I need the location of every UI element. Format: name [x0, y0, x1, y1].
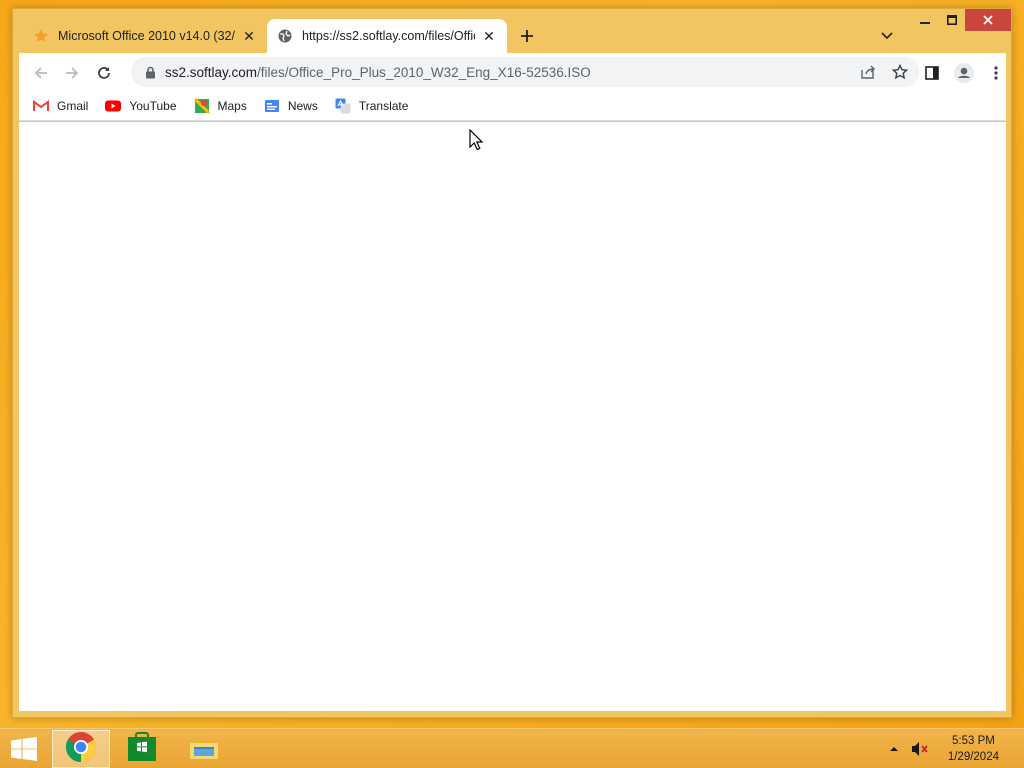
translate-icon [335, 98, 351, 114]
tab-search-button[interactable] [876, 25, 898, 47]
lock-icon[interactable] [143, 65, 157, 79]
maps-icon [193, 97, 210, 114]
bookmark-star-icon[interactable] [887, 59, 913, 85]
star-icon [33, 28, 49, 44]
window-controls [911, 9, 1011, 31]
taskbar-store[interactable] [113, 730, 171, 768]
file-explorer-icon [188, 732, 220, 767]
reload-button[interactable] [91, 60, 117, 86]
bookmark-label: Maps [217, 98, 247, 113]
profile-avatar[interactable] [951, 60, 977, 86]
bookmark-maps[interactable]: Maps [193, 97, 247, 114]
browser-window: Microsoft Office 2010 v14.0 (32/6 ✕ http… [12, 8, 1012, 718]
tab-title: https://ss2.softlay.com/files/Office [302, 29, 475, 43]
close-tab-icon[interactable]: ✕ [481, 28, 497, 44]
address-bar[interactable]: ss2.softlay.com/files/Office_Pro_Plus_20… [131, 57, 919, 87]
volume-muted-icon[interactable] [910, 739, 930, 759]
taskbar-clock[interactable]: 5:53 PM 1/29/2024 [948, 733, 999, 765]
tab-iso-file[interactable]: https://ss2.softlay.com/files/Office ✕ [267, 19, 507, 53]
browser-toolbar: ss2.softlay.com/files/Office_Pro_Plus_20… [19, 53, 1006, 91]
bookmark-news[interactable]: News [264, 98, 318, 114]
show-hidden-icons-chevron-icon[interactable] [884, 739, 904, 759]
tab-title: Microsoft Office 2010 v14.0 (32/6 [58, 29, 235, 43]
bookmark-translate[interactable]: Translate [335, 98, 409, 114]
share-icon[interactable] [855, 59, 881, 85]
youtube-icon [105, 98, 122, 114]
bookmark-gmail[interactable]: Gmail [33, 98, 88, 114]
start-button[interactable] [0, 729, 48, 768]
url-host: ss2.softlay.com [165, 64, 258, 80]
more-menu-icon[interactable] [983, 60, 1009, 86]
close-window-button[interactable] [965, 9, 1011, 31]
bookmark-label: Translate [358, 98, 409, 113]
minimize-button[interactable] [911, 9, 938, 31]
bookmark-label: Gmail [57, 98, 89, 113]
store-icon [127, 731, 157, 767]
side-panel-icon[interactable] [919, 60, 945, 86]
taskbar-chrome[interactable] [52, 730, 110, 768]
url-text[interactable]: ss2.softlay.com/files/Office_Pro_Plus_20… [165, 65, 855, 80]
news-icon [264, 98, 280, 114]
close-tab-icon[interactable]: ✕ [241, 28, 257, 44]
tab-strip: Microsoft Office 2010 v14.0 (32/6 ✕ http… [13, 9, 1011, 55]
back-button[interactable] [28, 60, 54, 86]
url-path: /files/Office_Pro_Plus_2010_W32_Eng_X16-… [257, 64, 591, 80]
taskbar-file-explorer[interactable] [175, 730, 233, 768]
bookmark-youtube[interactable]: YouTube [105, 98, 177, 114]
bookmark-label: News [287, 98, 318, 113]
bookmarks-bar: Gmail YouTube Maps News Translate [19, 91, 1006, 121]
tab-office-download[interactable]: Microsoft Office 2010 v14.0 (32/6 ✕ [23, 19, 267, 53]
maximize-button[interactable] [938, 9, 965, 31]
page-content[interactable] [19, 122, 1006, 711]
mouse-cursor-icon [469, 129, 483, 151]
forward-button[interactable] [59, 60, 85, 86]
globe-icon [277, 28, 293, 44]
clock-time: 5:53 PM [952, 735, 995, 747]
bookmark-label: YouTube [129, 98, 177, 113]
gmail-icon [33, 98, 49, 114]
clock-date: 1/29/2024 [947, 751, 999, 763]
system-tray: 5:53 PM 1/29/2024 [884, 729, 1024, 768]
taskbar: 5:53 PM 1/29/2024 [0, 728, 1024, 768]
new-tab-button[interactable] [516, 25, 538, 47]
chrome-icon [65, 731, 97, 768]
